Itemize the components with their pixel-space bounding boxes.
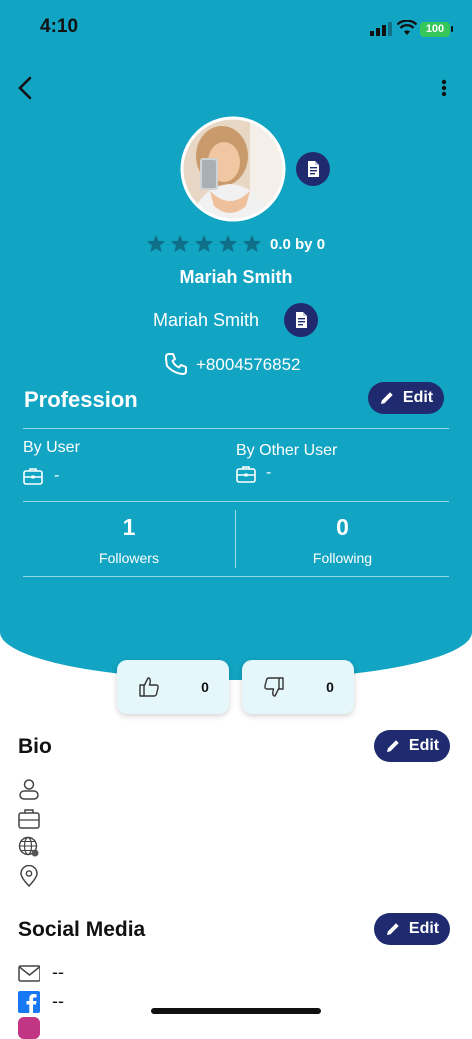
document-icon [308, 161, 319, 177]
profile-name: Mariah Smith [153, 310, 260, 330]
profession-title: Profession [24, 387, 138, 412]
location-pin-icon [20, 865, 38, 887]
copy-avatar-button[interactable] [296, 152, 330, 186]
signal-icon [370, 22, 392, 36]
social-edit-button[interactable]: Edit [374, 913, 450, 945]
thumbs-down-icon [264, 677, 284, 697]
profession-edit-button[interactable]: Edit [368, 382, 444, 414]
home-indicator [151, 1008, 321, 1014]
briefcase-icon [23, 468, 43, 485]
dislike-button[interactable]: 0 [242, 660, 354, 714]
facebook-value: -- [52, 991, 64, 1011]
thumbs-up-icon [139, 677, 159, 697]
rating-stars [147, 235, 261, 252]
following-label[interactable]: Following [236, 550, 449, 566]
by-other-user-value: - [266, 464, 272, 481]
pencil-icon [380, 392, 393, 404]
battery-nub [451, 26, 453, 32]
back-icon[interactable] [16, 76, 36, 100]
bio-edit-button[interactable]: Edit [374, 730, 450, 762]
bio-title: Bio [18, 735, 52, 758]
rating-text: 0.0 by 0 [270, 236, 326, 253]
phone-icon [165, 353, 187, 375]
phone-number[interactable]: +8004576852 [196, 355, 300, 375]
following-count[interactable]: 0 [236, 514, 449, 541]
avatar[interactable] [180, 116, 286, 222]
email-value: -- [52, 962, 64, 982]
by-user-value: - [54, 467, 60, 484]
document-icon [296, 312, 307, 328]
profile-header-background [0, 0, 472, 680]
dislike-count: 0 [326, 679, 334, 695]
profile-name-bold: Mariah Smith [179, 267, 293, 287]
divider [23, 501, 449, 502]
social-media-title: Social Media [18, 918, 146, 941]
copy-name-button[interactable] [284, 303, 318, 337]
by-user-label: By User [23, 439, 80, 456]
wifi-icon [397, 20, 417, 35]
followers-count[interactable]: 1 [23, 514, 235, 541]
social-edit-label: Edit [408, 920, 440, 937]
briefcase-icon [18, 809, 40, 829]
battery-indicator: 100 [420, 22, 450, 37]
divider [23, 576, 449, 577]
pencil-icon [386, 740, 399, 752]
instagram-icon[interactable] [18, 1017, 40, 1039]
user-icon [19, 779, 39, 800]
bio-edit-label: Edit [408, 737, 440, 754]
like-count: 0 [201, 679, 209, 695]
briefcase-icon [236, 466, 256, 483]
more-options-icon[interactable] [436, 78, 452, 100]
like-button[interactable]: 0 [117, 660, 229, 714]
by-other-user-label: By Other User [236, 442, 338, 459]
status-time: 4:10 [40, 16, 79, 37]
facebook-icon[interactable] [18, 991, 40, 1013]
divider [23, 428, 449, 429]
profession-edit-label: Edit [402, 389, 434, 406]
followers-label[interactable]: Followers [23, 550, 235, 566]
email-icon [18, 965, 40, 982]
globe-icon [18, 836, 39, 857]
pencil-icon [386, 923, 399, 935]
